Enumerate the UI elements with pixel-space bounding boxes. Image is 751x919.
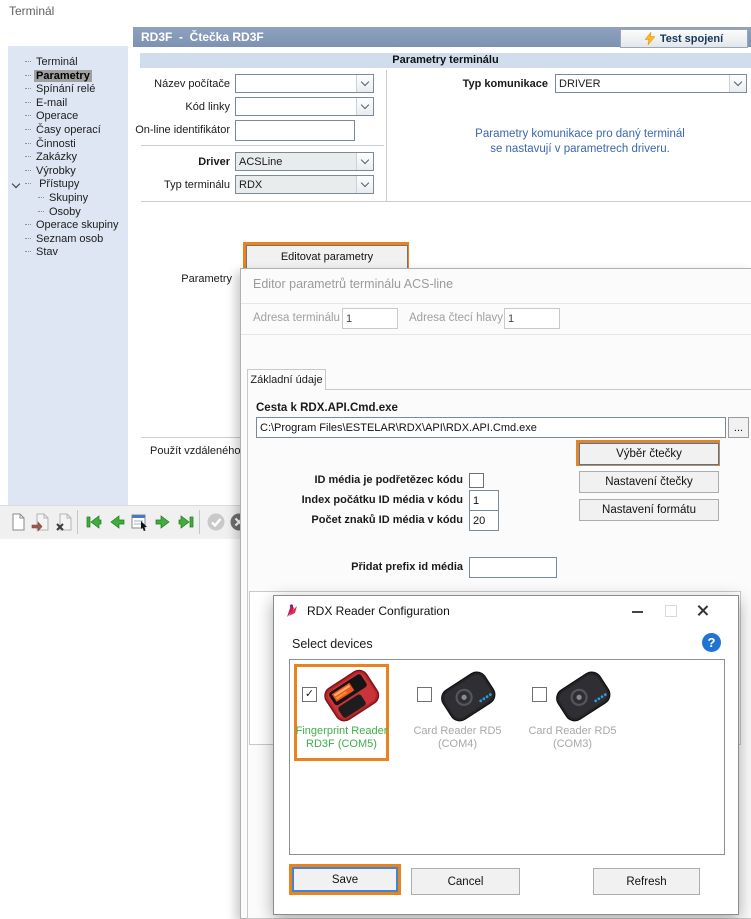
device-checkbox[interactable]	[532, 687, 547, 702]
head-address-label: Adresa čtecí hlavy	[409, 312, 503, 324]
sidebar-item-terminal[interactable]: Terminál	[8, 56, 128, 70]
online-id-label: On-line identifikátor	[100, 124, 230, 136]
import-record-icon[interactable]	[31, 512, 51, 532]
device-list: ✓ Fingerprint ReaderRD3F (COM5)	[289, 659, 725, 855]
divider	[241, 303, 751, 304]
divider	[241, 334, 751, 335]
path-input[interactable]	[256, 417, 726, 438]
substring-checkbox[interactable]	[469, 473, 484, 488]
divider	[141, 145, 384, 146]
path-label: Cesta k RDX.API.Cmd.exe	[256, 402, 398, 414]
select-reader-highlight: Výběr čtečky	[576, 440, 720, 466]
cancel-button[interactable]: Cancel	[411, 868, 520, 895]
edit-params-highlight: Editovat parametry	[243, 242, 409, 270]
fingerprint-reader-image	[319, 667, 385, 725]
delete-record-icon[interactable]	[54, 512, 74, 532]
driver-combo[interactable]: ACSLine	[235, 152, 374, 171]
tab-zakladni-udaje[interactable]: Základní údaje	[247, 369, 326, 390]
parameters-label: Parametry	[132, 273, 232, 285]
head-address-input[interactable]	[504, 308, 560, 329]
terminal-type-combo[interactable]: RDX	[235, 175, 374, 194]
device-checkbox[interactable]	[417, 687, 432, 702]
comm-info-text: Parametry komunikace pro daný terminál s…	[430, 127, 730, 157]
edit-params-button[interactable]: Editovat parametry	[246, 245, 408, 269]
save-button[interactable]: Save	[292, 867, 398, 892]
confirm-icon[interactable]	[206, 512, 226, 532]
sidebar-item-seznam-osob[interactable]: Seznam osob	[8, 233, 128, 247]
line-code-label: Kód linky	[100, 101, 230, 113]
rdx-app-icon	[284, 603, 300, 619]
terminal-type-label: Typ terminálu	[100, 179, 230, 191]
first-record-icon[interactable]	[84, 512, 104, 532]
select-devices-label: Select devices	[292, 637, 373, 651]
editor-dialog-title: Editor parametrů terminálu ACS-line	[253, 277, 453, 291]
test-connection-button[interactable]: Test spojení	[620, 29, 748, 48]
computer-name-label: Název počítače	[100, 78, 230, 90]
chevron-down-icon[interactable]	[356, 153, 373, 170]
record-list-icon[interactable]	[130, 512, 150, 532]
line-code-combo[interactable]	[235, 97, 374, 116]
close-icon[interactable]	[695, 603, 710, 618]
lightning-icon	[645, 32, 655, 45]
toolbar-divider	[77, 510, 78, 534]
divider	[386, 70, 387, 201]
sidebar: Terminál Parametry Spínání relé E-mail O…	[8, 46, 128, 505]
divider	[141, 201, 751, 202]
sidebar-item-cinnosti[interactable]: Činnosti	[8, 138, 128, 152]
reader-settings-button[interactable]: Nastavení čtečky	[579, 471, 719, 493]
sidebar-item-stav[interactable]: Stav	[8, 246, 128, 260]
driver-label: Driver	[100, 156, 230, 168]
rdx-dialog: RDX Reader Configuration Select devices …	[273, 595, 739, 915]
select-reader-button[interactable]: Výběr čtečky	[579, 443, 719, 465]
help-icon[interactable]: ?	[702, 633, 721, 652]
sidebar-item-operace-skupiny[interactable]: Operace skupiny	[8, 219, 128, 233]
record-title: RD3F - Čtečka RD3F	[141, 30, 264, 44]
save-highlight: Save	[289, 864, 401, 895]
next-record-icon[interactable]	[153, 512, 173, 532]
card-reader-image	[435, 667, 501, 725]
sidebar-item-skupiny[interactable]: Skupiny	[8, 192, 128, 206]
length-label: Počet znaků ID média v kódu	[281, 514, 463, 526]
device-item-card-rd5-com3[interactable]: Card Reader RD5(COM3)	[524, 667, 621, 764]
window-title: Terminál	[9, 4, 54, 18]
chevron-down-icon[interactable]	[356, 176, 373, 193]
device-checkbox[interactable]: ✓	[302, 687, 317, 702]
terminal-address-input[interactable]	[342, 308, 398, 329]
tree-expand-icon[interactable]	[12, 180, 20, 188]
maximize-icon	[665, 605, 677, 617]
chevron-down-icon[interactable]	[356, 98, 373, 115]
prefix-input[interactable]	[469, 557, 557, 578]
comm-type-label: Typ komunikace	[408, 78, 548, 90]
substring-label: ID média je podřetězec kódu	[281, 474, 463, 486]
new-record-icon[interactable]	[8, 512, 28, 532]
sidebar-item-osoby[interactable]: Osoby	[8, 206, 128, 220]
minimize-icon[interactable]	[632, 611, 643, 613]
rdx-dialog-title: RDX Reader Configuration	[307, 604, 450, 618]
length-input[interactable]	[469, 510, 499, 531]
prefix-label: Přidat prefix id média	[281, 561, 463, 573]
device-item-fingerprint-rd3f[interactable]: ✓ Fingerprint ReaderRD3F (COM5)	[294, 664, 389, 761]
device-item-card-rd5-com4[interactable]: Card Reader RD5(COM4)	[409, 667, 506, 764]
chevron-down-icon[interactable]	[356, 75, 373, 92]
computer-name-combo[interactable]	[235, 74, 374, 93]
last-record-icon[interactable]	[176, 512, 196, 532]
terminal-address-label: Adresa terminálu	[253, 312, 340, 324]
comm-type-combo[interactable]: DRIVER	[555, 74, 747, 93]
toolbar-divider	[199, 510, 200, 534]
divider	[141, 437, 240, 438]
browse-button[interactable]: ...	[728, 417, 749, 438]
online-id-input[interactable]	[235, 120, 355, 141]
refresh-button[interactable]: Refresh	[593, 868, 700, 895]
index-label: Index počátku ID média v kódu	[281, 494, 463, 506]
group-title-bar: Parametry terminálu	[140, 53, 751, 68]
previous-record-icon[interactable]	[107, 512, 127, 532]
index-input[interactable]	[469, 490, 499, 511]
format-settings-button[interactable]: Nastavení formátu	[579, 499, 719, 521]
chevron-down-icon[interactable]	[729, 75, 746, 92]
card-reader-image	[550, 667, 616, 725]
